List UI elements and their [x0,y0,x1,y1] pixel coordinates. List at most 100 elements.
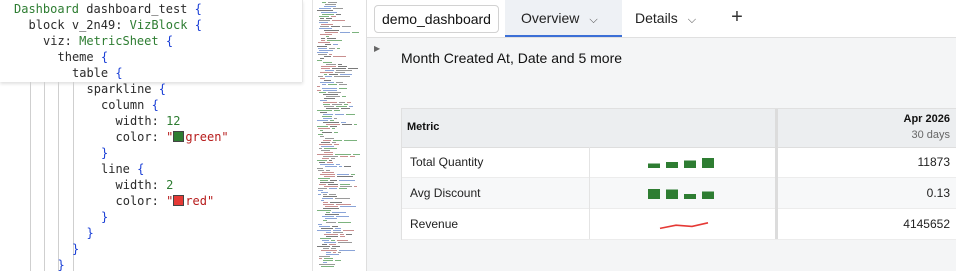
minimap-line [322,116,332,117]
tab-details[interactable]: Details ⌵ [635,0,715,37]
minimap-line [327,40,342,41]
column-resize-handle[interactable] [775,109,778,239]
code-line: width: 2 [116,177,174,193]
minimap-line [332,128,335,129]
minimap-line [320,78,325,79]
code-token: viz: [43,34,80,48]
minimap-line [334,118,337,119]
minimap-line [319,184,326,185]
code-token: VizBlock [129,18,195,32]
minimap-line [326,108,339,109]
code-token: width: [115,114,167,128]
minimap-line [326,18,332,19]
minimap-line [325,32,338,33]
minimap-line [336,164,340,165]
add-tab-icon[interactable]: + [729,0,745,37]
minimap-line [340,234,344,235]
minimap-line [344,140,357,141]
sparkline-bar [648,189,660,199]
code-editor[interactable]: Dashboard dashboard_test {block v_2n49: … [0,0,312,271]
minimap-line [317,110,332,111]
minimap-line [333,56,346,57]
chevron-down-icon[interactable]: ⌵ [589,2,597,39]
minimap-line [333,140,342,141]
minimap-line [326,170,330,171]
minimap-line [328,184,338,185]
color-swatch[interactable] [173,131,185,142]
minimap-line [318,54,327,55]
minimap-line [318,178,330,179]
minimap-line [326,222,336,223]
minimap-line [320,130,323,131]
minimap-line [332,104,342,105]
minimap-line [329,244,336,245]
sparkline [648,158,714,168]
minimap-line [334,76,350,77]
minimap-line [317,246,330,247]
minimap-line [340,156,348,157]
minimap-line [339,180,355,181]
minimap-line [346,114,355,115]
metric-sheet-table: Metric Apr 2026 30 days Total Quantity 11… [401,108,956,240]
code-token: } [101,210,109,224]
code-line: color: " green" [116,129,229,145]
table-row[interactable]: Avg Discount 0.13 [402,178,956,209]
minimap-line [318,128,330,129]
minimap-line [318,188,327,189]
metric-value: 0.13 [926,186,950,200]
minimap-line [317,168,323,169]
minimap-line [326,124,340,125]
indent-guide [58,82,59,271]
minimap-line [342,26,351,27]
code-line: sparkline { [87,81,166,97]
minimap-line [337,176,353,177]
code-token: green" [185,130,229,144]
minimap-line [323,102,337,103]
code-token: { [151,98,159,112]
minimap-line [324,74,327,75]
minimap-line [326,36,329,37]
minimap-line [321,150,330,151]
sparkline-bar [702,191,714,199]
sparkline-line [659,222,709,230]
minimap-line [337,240,348,241]
minimap-line [338,66,347,67]
sparkline [659,222,709,230]
minimap-line [320,164,334,165]
minimap-line [340,236,345,237]
minimap-line [340,206,356,207]
code-minimap[interactable] [312,0,367,271]
minimap-line [319,144,332,145]
table-row[interactable]: Revenue 4145652 [402,209,956,240]
minimap-line [332,226,338,227]
minimap-line [333,8,343,9]
code-line: theme { [58,49,109,65]
code-token: { [115,66,123,80]
chevron-down-icon[interactable]: ⌵ [688,2,696,39]
collapse-arrow-icon[interactable]: ▶ [374,44,380,53]
minimap-line [321,200,324,201]
minimap-line [320,58,324,59]
tab-overview[interactable]: Overview ⌵ [505,0,622,37]
code-line: line { [101,161,144,177]
code-token: 12 [166,114,181,128]
minimap-line [317,160,327,161]
minimap-line [325,44,331,45]
minimap-line [317,126,328,127]
minimap-line [323,196,337,197]
dashboard-name-button[interactable]: demo_dashboard [374,5,499,33]
column-divider [589,147,590,239]
sparkline-bar [684,194,696,199]
code-line: table { [72,65,123,81]
minimap-line [337,48,340,49]
color-swatch[interactable] [173,195,185,206]
table-row[interactable]: Total Quantity 11873 [402,147,956,178]
code-token: block v_2n49: [28,18,130,32]
minimap-line [320,180,328,181]
minimap-line [325,70,334,71]
minimap-line [339,84,347,85]
minimap-line [342,96,346,97]
minimap-line [321,24,333,25]
minimap-line [320,34,332,35]
minimap-line [318,224,322,225]
